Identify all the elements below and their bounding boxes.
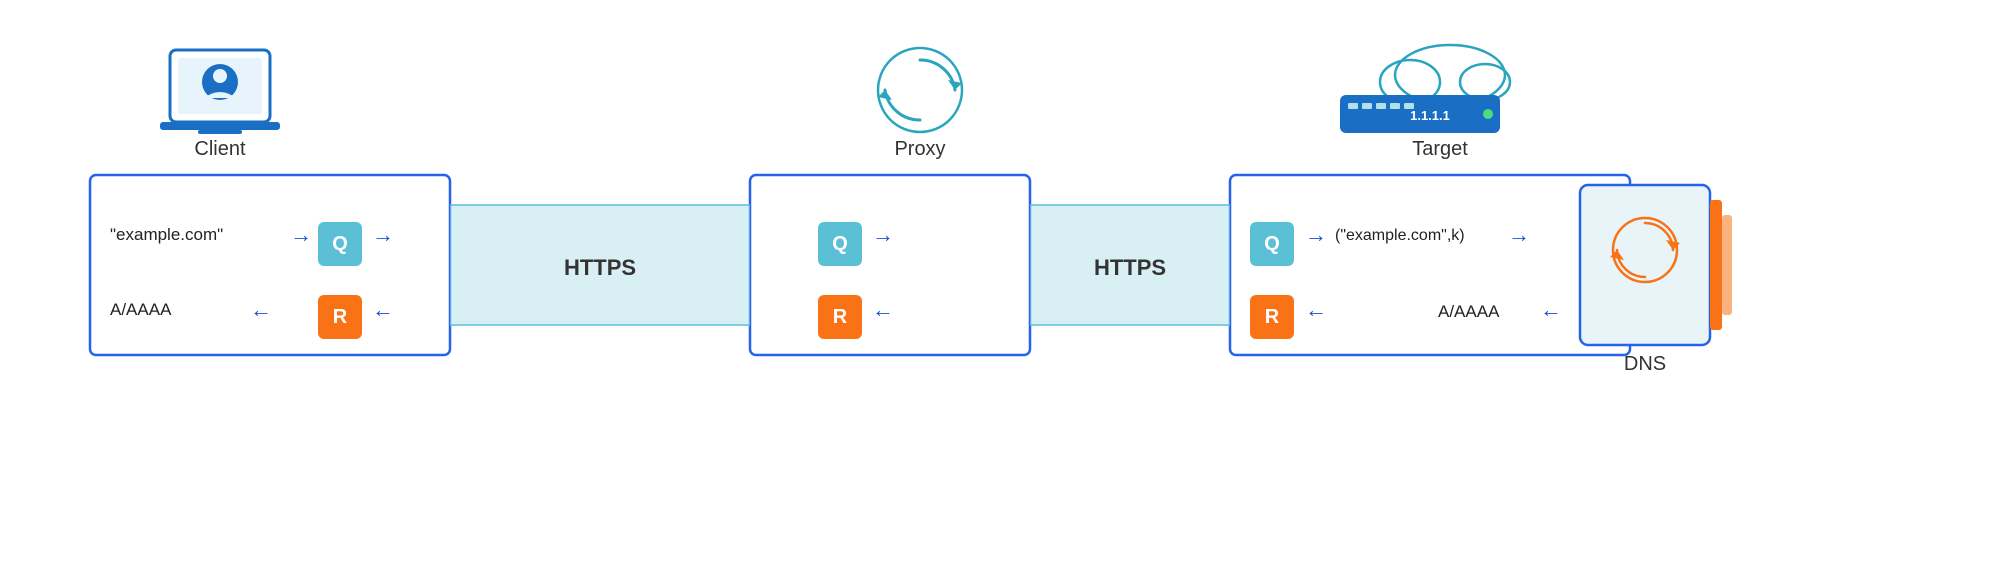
target-query-label: ("example.com",k) <box>1335 227 1465 244</box>
svg-text:Q: Q <box>1264 233 1280 255</box>
https-label-2: HTTPS <box>1093 255 1165 280</box>
dns-label: DNS <box>1623 353 1665 375</box>
proxy-icon <box>878 48 962 132</box>
target-icon: 1.1.1.1 <box>1340 45 1510 133</box>
dns-to-response-arrow: ← <box>1540 297 1562 322</box>
svg-text:R: R <box>1264 306 1279 328</box>
target-label: Target <box>1412 138 1468 160</box>
query-to-dns-arrow: → <box>1508 222 1530 247</box>
client-to-tunnel-q-arrow: → <box>372 222 394 247</box>
client-label: Client <box>194 138 246 160</box>
client-response-arrow: ← <box>250 297 272 322</box>
client-box <box>90 175 450 355</box>
target-response-label: A/AAAA <box>1438 302 1500 321</box>
svg-text:R: R <box>832 306 847 328</box>
diagram: Client Proxy 1.1.1.1 <box>50 30 1950 550</box>
tunnel-to-client-r-arrow: ← <box>372 297 394 322</box>
https-label-1: HTTPS <box>563 255 635 280</box>
dns-to-target-r-arrow: ← <box>1305 297 1327 322</box>
tunnel2-to-proxy-r-arrow: ← <box>872 297 894 322</box>
svg-text:1.1.1.1: 1.1.1.1 <box>1410 108 1450 123</box>
proxy-label: Proxy <box>894 138 945 160</box>
svg-text:Q: Q <box>332 233 348 255</box>
client-response-label: A/AAAA <box>110 300 172 319</box>
main-svg: Client Proxy 1.1.1.1 <box>50 30 1950 550</box>
target-to-dns-q-arrow: → <box>1305 222 1327 247</box>
dns-tab-2 <box>1722 215 1732 315</box>
dns-box <box>1580 185 1710 345</box>
client-query-arrow: → <box>290 222 312 247</box>
proxy-to-tunnel2-q-arrow: → <box>872 222 894 247</box>
client-icon <box>160 50 280 134</box>
client-query-label: "example.com" <box>110 225 223 244</box>
svg-text:R: R <box>332 306 347 328</box>
svg-text:Q: Q <box>832 233 848 255</box>
dns-tab-1 <box>1710 200 1722 330</box>
proxy-box <box>750 175 1030 355</box>
